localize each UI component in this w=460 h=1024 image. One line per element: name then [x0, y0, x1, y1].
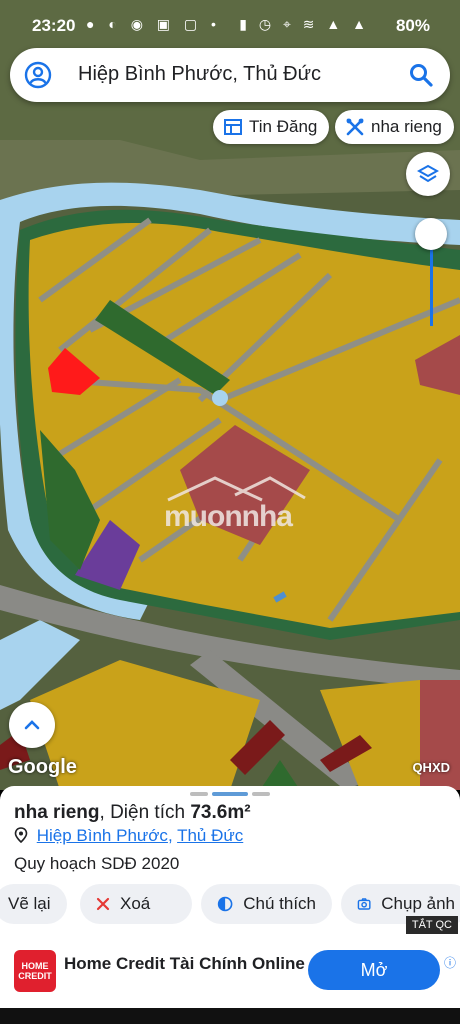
parcel-name: nha rieng [14, 802, 100, 823]
delete-label: Xoá [120, 894, 151, 913]
battery-level: 80% [395, 16, 430, 35]
search-bar[interactable]: Hiệp Bình Phước, Thủ Đức [10, 48, 450, 102]
ad-close-button[interactable]: TẮT QC [405, 916, 458, 934]
legend-button[interactable]: Chú thích [201, 884, 332, 924]
pin-icon [14, 827, 28, 843]
camera-icon [357, 898, 371, 910]
tools-icon [346, 118, 364, 136]
notification-icons: ● ◐ ◉ ▣ ▢ • [86, 16, 221, 32]
system-icons: ▮ ◷ ⌖ ≋ ▲ ▲ [239, 16, 370, 32]
keyword-chip-label: nha rieng [371, 117, 442, 136]
status-time: 23:20 [32, 16, 76, 35]
ad-logo: HOME CREDIT [14, 950, 56, 992]
status-bar: 23:20 ● ◐ ◉ ▣ ▢ • ▮ ◷ ⌖ ≋ ▲ ▲ 80% [0, 0, 460, 48]
sheet-pager[interactable] [190, 792, 270, 796]
parcel-title: nha rieng, Diện tích 73.6m² [14, 802, 251, 824]
ad-banner[interactable]: TẮT QC HOME CREDIT Home Credit Tài Chính… [0, 916, 460, 1008]
legend-label: Chú thích [243, 894, 316, 913]
listings-chip-label: Tin Đăng [249, 117, 318, 136]
area-label: , Diện tích [99, 802, 191, 823]
layers-icon [417, 164, 439, 183]
keyword-chip[interactable]: nha rieng [335, 110, 454, 144]
listings-chip[interactable]: Tin Đăng [213, 110, 330, 144]
screenshot-label: Chụp ảnh [381, 894, 455, 913]
ad-info-icon[interactable]: ⓘ [444, 954, 456, 971]
location-separator: , [167, 826, 178, 845]
listings-icon [224, 119, 242, 135]
layer-label: QHXD [412, 760, 450, 775]
parcel-location: Hiệp Bình Phước, Thủ Đức [14, 826, 243, 846]
delete-button[interactable]: Xoá [80, 884, 192, 924]
account-icon[interactable] [24, 61, 52, 89]
chevron-up-icon [24, 720, 40, 730]
search-icon[interactable] [408, 62, 434, 88]
plan-label: Quy hoạch SDĐ 2020 [14, 854, 180, 873]
system-nav-bar [0, 1008, 460, 1024]
expand-sheet-button[interactable] [9, 702, 55, 748]
ward-link[interactable]: Hiệp Bình Phước [37, 826, 168, 845]
area-value: 73.6m² [190, 802, 251, 823]
draw-again-button[interactable]: Vẽ lại [0, 884, 67, 924]
google-logo: Google [8, 756, 77, 778]
ad-open-button[interactable]: Mở [308, 950, 440, 990]
layers-button[interactable] [406, 152, 450, 196]
search-input[interactable]: Hiệp Bình Phước, Thủ Đức [78, 63, 321, 86]
close-icon [96, 897, 110, 911]
ad-title[interactable]: Home Credit Tài Chính Online [64, 954, 305, 974]
bottom-sheet[interactable]: nha rieng, Diện tích 73.6m² Hiệp Bình Ph… [0, 786, 460, 944]
district-link[interactable]: Thủ Đức [177, 826, 243, 845]
map-watermark: muonnha [164, 500, 293, 533]
draw-again-label: Vẽ lại [8, 894, 51, 913]
opacity-slider-thumb[interactable] [415, 218, 447, 250]
contrast-icon [217, 896, 233, 912]
